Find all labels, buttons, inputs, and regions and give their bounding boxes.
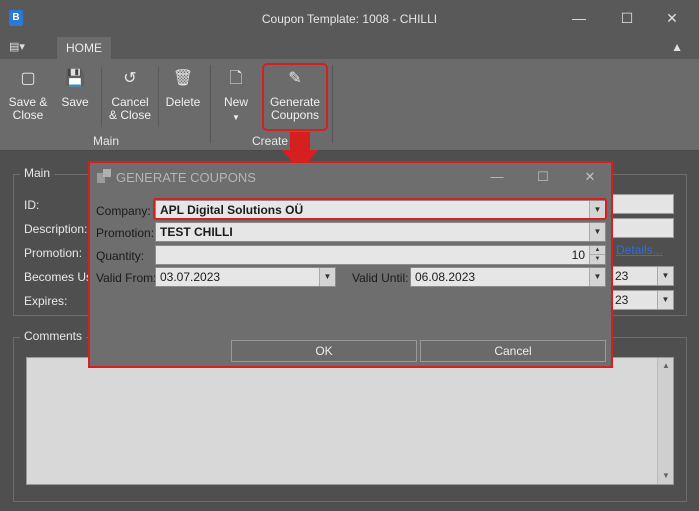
cancel-close-button[interactable]: ↺ Cancel & Close (108, 63, 152, 122)
chevron-down-icon[interactable]: ▼ (589, 223, 605, 241)
promotion-label: Promotion: (96, 226, 155, 240)
quantity-stepper[interactable]: 10 ▲ ▼ (155, 245, 606, 265)
save-icon: 💾 (65, 70, 85, 87)
title-bar: B Coupon Template: 1008 - CHILLI — ☐ ✕ (0, 0, 699, 37)
tab-home[interactable]: HOME (57, 37, 111, 59)
delete-label: Delete (165, 95, 201, 109)
ribbon-divider (101, 67, 102, 127)
description-label: Description: (24, 222, 88, 236)
ribbon: ▢ Save & Close 💾 Save ↺ Cancel & Close 🗑… (0, 59, 699, 151)
spin-up-icon[interactable]: ▲ (590, 246, 605, 255)
promotion-select[interactable]: TEST CHILLI ▼ (155, 222, 606, 242)
valid-from-label: Valid From: (96, 271, 157, 285)
ok-button[interactable]: OK (231, 340, 417, 362)
chevron-down-icon[interactable]: ▼ (319, 268, 335, 286)
generate-coupons-highlight (262, 63, 328, 131)
chevron-down-icon[interactable]: ▼ (657, 291, 673, 309)
new-button[interactable]: 🗋 New ▼ (220, 63, 252, 124)
group-label-main: Main (93, 134, 120, 148)
cancel-button[interactable]: Cancel (420, 340, 606, 362)
becomes-usable-field[interactable]: 23 ▼ (610, 266, 674, 286)
scroll-up-icon[interactable]: ▲ (658, 358, 674, 374)
scroll-down-icon[interactable]: ▼ (658, 468, 674, 484)
becomes-usable-value: 23 (615, 269, 629, 283)
promotion-label: Promotion: (24, 246, 83, 260)
ribbon-tab-row: ▤▾ HOME ▲ (0, 37, 699, 59)
ribbon-divider (158, 67, 159, 127)
generate-coupons-dialog: GENERATE COUPONS — ☐ ✕ Company: APL Digi… (88, 161, 613, 368)
company-label: Company: (96, 204, 151, 218)
ribbon-group-divider (210, 65, 211, 143)
id-label: ID: (24, 198, 40, 212)
new-label: New (223, 95, 248, 109)
trash-icon: 🗑 (172, 70, 194, 87)
id-field[interactable] (610, 194, 674, 214)
company-field-highlight (153, 198, 607, 220)
quantity-label: Quantity: (96, 249, 145, 263)
quantity-spin[interactable]: ▲ ▼ (589, 246, 605, 264)
valid-from-date[interactable]: 03.07.2023 ▼ (155, 267, 336, 287)
save-close-button[interactable]: ▢ Save & Close (6, 63, 50, 122)
quantity-value: 10 (571, 248, 585, 262)
save-label: Save (61, 95, 89, 109)
promotion-value: TEST CHILLI (160, 225, 233, 239)
valid-until-value: 06.08.2023 (415, 270, 476, 284)
expires-label: Expires: (24, 294, 68, 308)
valid-until-date[interactable]: 06.08.2023 ▼ (410, 267, 606, 287)
dialog-title: GENERATE COUPONS (116, 170, 256, 185)
undo-icon: ↺ (123, 70, 137, 87)
dialog-close-icon[interactable]: ✕ (575, 167, 605, 187)
chevron-down-icon: ▼ (232, 113, 240, 122)
dialog-minimize-icon[interactable]: — (482, 167, 512, 187)
comments-title: Comments (20, 329, 87, 343)
spin-down-icon[interactable]: ▼ (590, 255, 605, 264)
new-document-icon: 🗋 (229, 70, 243, 87)
maximize-icon[interactable]: ☐ (607, 6, 647, 30)
save-close-label: Save & Close (8, 95, 48, 122)
details-link[interactable]: Details... (616, 243, 663, 257)
chevron-down-icon[interactable]: ▼ (657, 267, 673, 285)
collapse-ribbon-icon[interactable]: ▲ (671, 40, 683, 54)
dialog-title-bar: GENERATE COUPONS — ☐ ✕ (90, 163, 611, 191)
minimize-icon[interactable]: — (559, 6, 599, 30)
valid-until-label: Valid Until: (352, 271, 409, 285)
chevron-down-icon[interactable]: ▼ (589, 268, 605, 286)
cancel-close-label: Cancel & Close (108, 95, 152, 122)
app-menu-icon[interactable]: ▤▾ (9, 40, 41, 56)
description-field[interactable] (610, 218, 674, 238)
close-icon[interactable]: ✕ (652, 6, 692, 30)
dialog-app-icon (97, 169, 111, 183)
dialog-maximize-icon[interactable]: ☐ (528, 167, 558, 187)
expires-value: 23 (615, 293, 629, 307)
ribbon-group-divider (332, 65, 333, 143)
expires-field[interactable]: 23 ▼ (610, 290, 674, 310)
save-close-icon: ▢ (20, 70, 36, 87)
main-group-title: Main (20, 166, 55, 180)
valid-from-value: 03.07.2023 (160, 270, 221, 284)
delete-button[interactable]: 🗑 Delete (164, 63, 202, 109)
comments-textarea[interactable]: ▲ ▼ (26, 357, 674, 485)
save-button[interactable]: 💾 Save (56, 63, 94, 109)
comments-scrollbar[interactable]: ▲ ▼ (657, 358, 673, 484)
